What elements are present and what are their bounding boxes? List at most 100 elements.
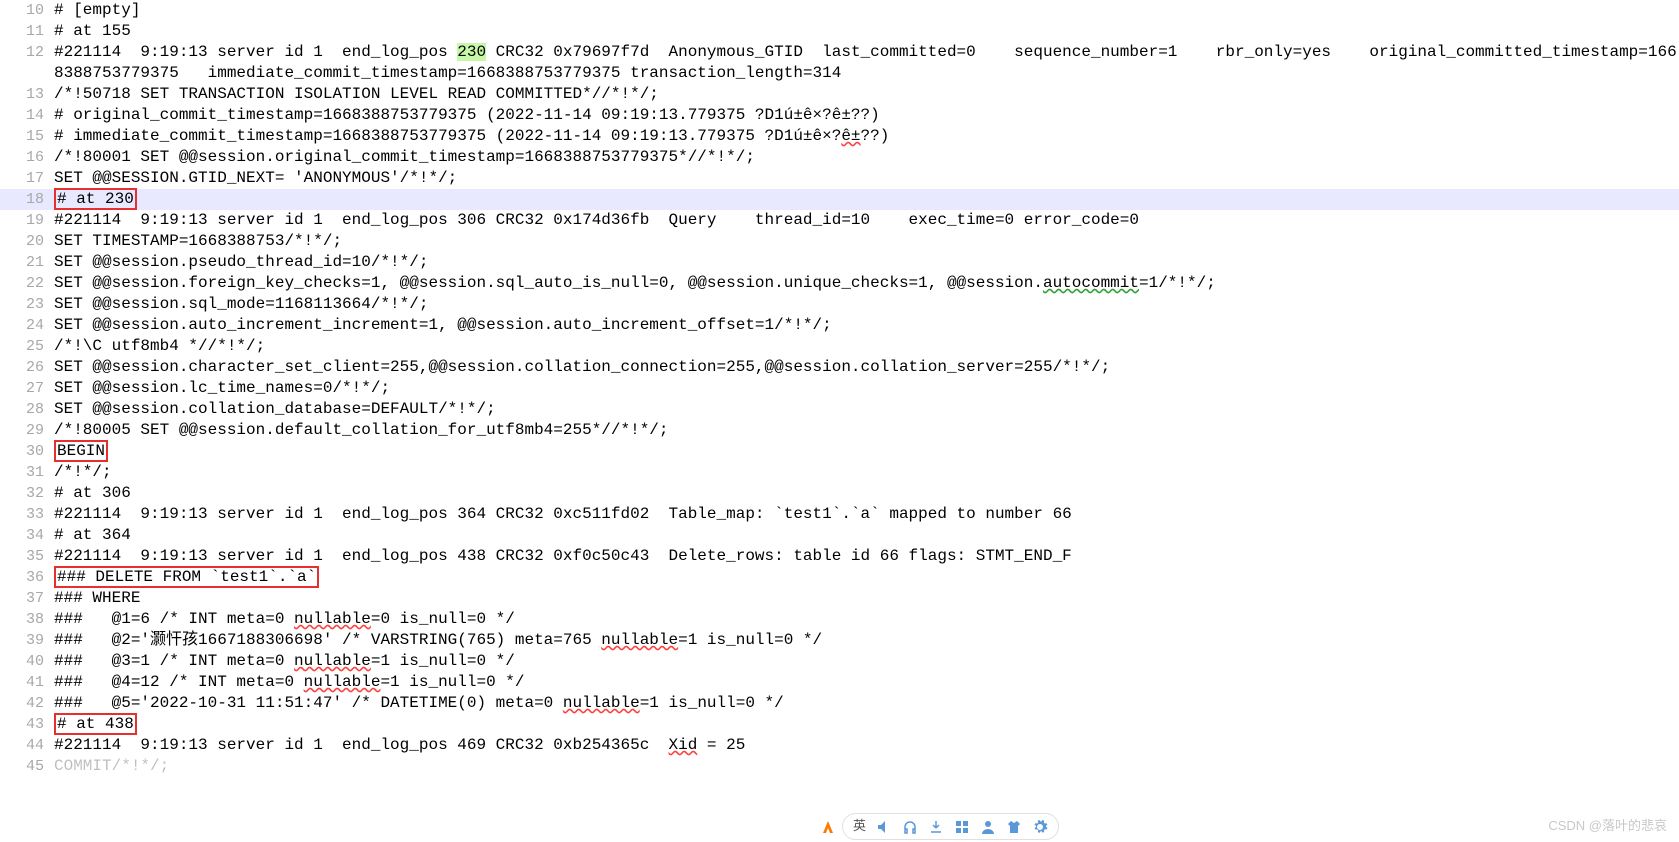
- code-content[interactable]: ### @1=6 /* INT meta=0 nullable=0 is_nul…: [54, 609, 1679, 630]
- code-content[interactable]: /*!80001 SET @@session.original_commit_t…: [54, 147, 1679, 168]
- settings-icon[interactable]: [1032, 819, 1048, 835]
- code-line-42[interactable]: 42### @5='2022-10-31 11:51:47' /* DATETI…: [0, 693, 1679, 714]
- code-line-22[interactable]: 22SET @@session.foreign_key_checks=1, @@…: [0, 273, 1679, 294]
- code-line-17[interactable]: 17SET @@SESSION.GTID_NEXT= 'ANONYMOUS'/*…: [0, 168, 1679, 189]
- code-content[interactable]: SET @@session.pseudo_thread_id=10/*!*/;: [54, 252, 1679, 273]
- code-content[interactable]: #221114 9:19:13 server id 1 end_log_pos …: [54, 504, 1679, 525]
- code-line-36[interactable]: 36### DELETE FROM `test1`.`a`: [0, 567, 1679, 588]
- code-line-43[interactable]: 43# at 438: [0, 714, 1679, 735]
- code-content[interactable]: ### WHERE: [54, 588, 1679, 609]
- code-line-33[interactable]: 33#221114 9:19:13 server id 1 end_log_po…: [0, 504, 1679, 525]
- line-number: 33: [0, 504, 54, 525]
- grid-icon[interactable]: [954, 819, 970, 835]
- code-content[interactable]: ### @2='灏忓孩1667188306698' /* VARSTRING(7…: [54, 630, 1679, 651]
- code-line-38[interactable]: 38### @1=6 /* INT meta=0 nullable=0 is_n…: [0, 609, 1679, 630]
- code-content[interactable]: /*!*/;: [54, 462, 1679, 483]
- shirt-icon[interactable]: [1006, 819, 1022, 835]
- code-line-23[interactable]: 23SET @@session.sql_mode=1168113664/*!*/…: [0, 294, 1679, 315]
- line-number: 28: [0, 399, 54, 420]
- people-icon[interactable]: [980, 819, 996, 835]
- code-line-41[interactable]: 41### @4=12 /* INT meta=0 nullable=1 is_…: [0, 672, 1679, 693]
- code-content[interactable]: SET @@session.foreign_key_checks=1, @@se…: [54, 273, 1679, 294]
- code-content[interactable]: SET TIMESTAMP=1668388753/*!*/;: [54, 231, 1679, 252]
- line-number: 40: [0, 651, 54, 672]
- code-line-12[interactable]: 12#221114 9:19:13 server id 1 end_log_po…: [0, 42, 1679, 84]
- line-number: 32: [0, 483, 54, 504]
- line-number: 29: [0, 420, 54, 441]
- line-number: 42: [0, 693, 54, 714]
- code-content[interactable]: ### @3=1 /* INT meta=0 nullable=1 is_nul…: [54, 651, 1679, 672]
- line-number: 44: [0, 735, 54, 756]
- code-content[interactable]: # at 306: [54, 483, 1679, 504]
- code-line-25[interactable]: 25/*!\C utf8mb4 *//*!*/;: [0, 336, 1679, 357]
- code-content[interactable]: /*!80005 SET @@session.default_collation…: [54, 420, 1679, 441]
- code-line-32[interactable]: 32# at 306: [0, 483, 1679, 504]
- line-number: 37: [0, 588, 54, 609]
- code-line-14[interactable]: 14# original_commit_timestamp=1668388753…: [0, 105, 1679, 126]
- ime-lang-label[interactable]: 英: [853, 816, 866, 837]
- line-number: 25: [0, 336, 54, 357]
- code-line-40[interactable]: 40### @3=1 /* INT meta=0 nullable=1 is_n…: [0, 651, 1679, 672]
- line-number: 45: [0, 756, 54, 777]
- code-line-18[interactable]: 18# at 230: [0, 189, 1679, 210]
- line-number: 41: [0, 672, 54, 693]
- code-line-27[interactable]: 27SET @@session.lc_time_names=0/*!*/;: [0, 378, 1679, 399]
- code-line-20[interactable]: 20SET TIMESTAMP=1668388753/*!*/;: [0, 231, 1679, 252]
- code-line-24[interactable]: 24SET @@session.auto_increment_increment…: [0, 315, 1679, 336]
- download-icon[interactable]: [928, 819, 944, 835]
- code-content[interactable]: /*!\C utf8mb4 *//*!*/;: [54, 336, 1679, 357]
- code-content[interactable]: #221114 9:19:13 server id 1 end_log_pos …: [54, 546, 1679, 567]
- line-number: 16: [0, 147, 54, 168]
- code-line-19[interactable]: 19#221114 9:19:13 server id 1 end_log_po…: [0, 210, 1679, 231]
- code-content[interactable]: COMMIT/*!*/;: [54, 756, 1679, 777]
- line-number: 18: [0, 189, 54, 210]
- line-number: 12: [0, 42, 54, 84]
- code-content[interactable]: ### @4=12 /* INT meta=0 nullable=1 is_nu…: [54, 672, 1679, 693]
- code-content[interactable]: SET @@session.lc_time_names=0/*!*/;: [54, 378, 1679, 399]
- line-number: 43: [0, 714, 54, 735]
- code-content[interactable]: # original_commit_timestamp=166838875377…: [54, 105, 1679, 126]
- code-content[interactable]: ### @5='2022-10-31 11:51:47' /* DATETIME…: [54, 693, 1679, 714]
- code-line-31[interactable]: 31/*!*/;: [0, 462, 1679, 483]
- code-line-39[interactable]: 39### @2='灏忓孩1667188306698' /* VARSTRING…: [0, 630, 1679, 651]
- code-content[interactable]: BEGIN: [54, 441, 1679, 462]
- code-content[interactable]: # at 364: [54, 525, 1679, 546]
- code-content[interactable]: SET @@session.character_set_client=255,@…: [54, 357, 1679, 378]
- code-line-34[interactable]: 34# at 364: [0, 525, 1679, 546]
- code-line-44[interactable]: 44#221114 9:19:13 server id 1 end_log_po…: [0, 735, 1679, 756]
- code-line-28[interactable]: 28SET @@session.collation_database=DEFAU…: [0, 399, 1679, 420]
- code-content[interactable]: #221114 9:19:13 server id 1 end_log_pos …: [54, 42, 1679, 84]
- code-line-21[interactable]: 21SET @@session.pseudo_thread_id=10/*!*/…: [0, 252, 1679, 273]
- code-content[interactable]: SET @@session.auto_increment_increment=1…: [54, 315, 1679, 336]
- code-content[interactable]: ### DELETE FROM `test1`.`a`: [54, 567, 1679, 588]
- code-line-35[interactable]: 35#221114 9:19:13 server id 1 end_log_po…: [0, 546, 1679, 567]
- line-number: 35: [0, 546, 54, 567]
- code-line-11[interactable]: 11# at 155: [0, 21, 1679, 42]
- code-line-10[interactable]: 10# [empty]: [0, 0, 1679, 21]
- code-line-29[interactable]: 29/*!80005 SET @@session.default_collati…: [0, 420, 1679, 441]
- code-content[interactable]: # immediate_commit_timestamp=16683887537…: [54, 126, 1679, 147]
- code-line-16[interactable]: 16/*!80001 SET @@session.original_commit…: [0, 147, 1679, 168]
- code-line-15[interactable]: 15# immediate_commit_timestamp=166838875…: [0, 126, 1679, 147]
- code-line-30[interactable]: 30BEGIN: [0, 441, 1679, 462]
- ime-orange-icon[interactable]: [820, 819, 836, 835]
- code-line-45[interactable]: 45COMMIT/*!*/;: [0, 756, 1679, 777]
- ime-pill[interactable]: 英: [842, 813, 1059, 840]
- code-content[interactable]: SET @@session.collation_database=DEFAULT…: [54, 399, 1679, 420]
- code-content[interactable]: # at 438: [54, 714, 1679, 735]
- code-content[interactable]: #221114 9:19:13 server id 1 end_log_pos …: [54, 210, 1679, 231]
- code-content[interactable]: # [empty]: [54, 0, 1679, 21]
- code-content[interactable]: #221114 9:19:13 server id 1 end_log_pos …: [54, 735, 1679, 756]
- code-content[interactable]: # at 155: [54, 21, 1679, 42]
- headphones-icon[interactable]: [902, 819, 918, 835]
- sound-icon[interactable]: [876, 819, 892, 835]
- code-content[interactable]: /*!50718 SET TRANSACTION ISOLATION LEVEL…: [54, 84, 1679, 105]
- line-number: 30: [0, 441, 54, 462]
- code-editor[interactable]: 10# [empty]11# at 15512#221114 9:19:13 s…: [0, 0, 1679, 777]
- code-content[interactable]: SET @@SESSION.GTID_NEXT= 'ANONYMOUS'/*!*…: [54, 168, 1679, 189]
- code-content[interactable]: SET @@session.sql_mode=1168113664/*!*/;: [54, 294, 1679, 315]
- code-line-37[interactable]: 37### WHERE: [0, 588, 1679, 609]
- code-line-26[interactable]: 26SET @@session.character_set_client=255…: [0, 357, 1679, 378]
- code-content[interactable]: # at 230: [54, 189, 1679, 210]
- code-line-13[interactable]: 13/*!50718 SET TRANSACTION ISOLATION LEV…: [0, 84, 1679, 105]
